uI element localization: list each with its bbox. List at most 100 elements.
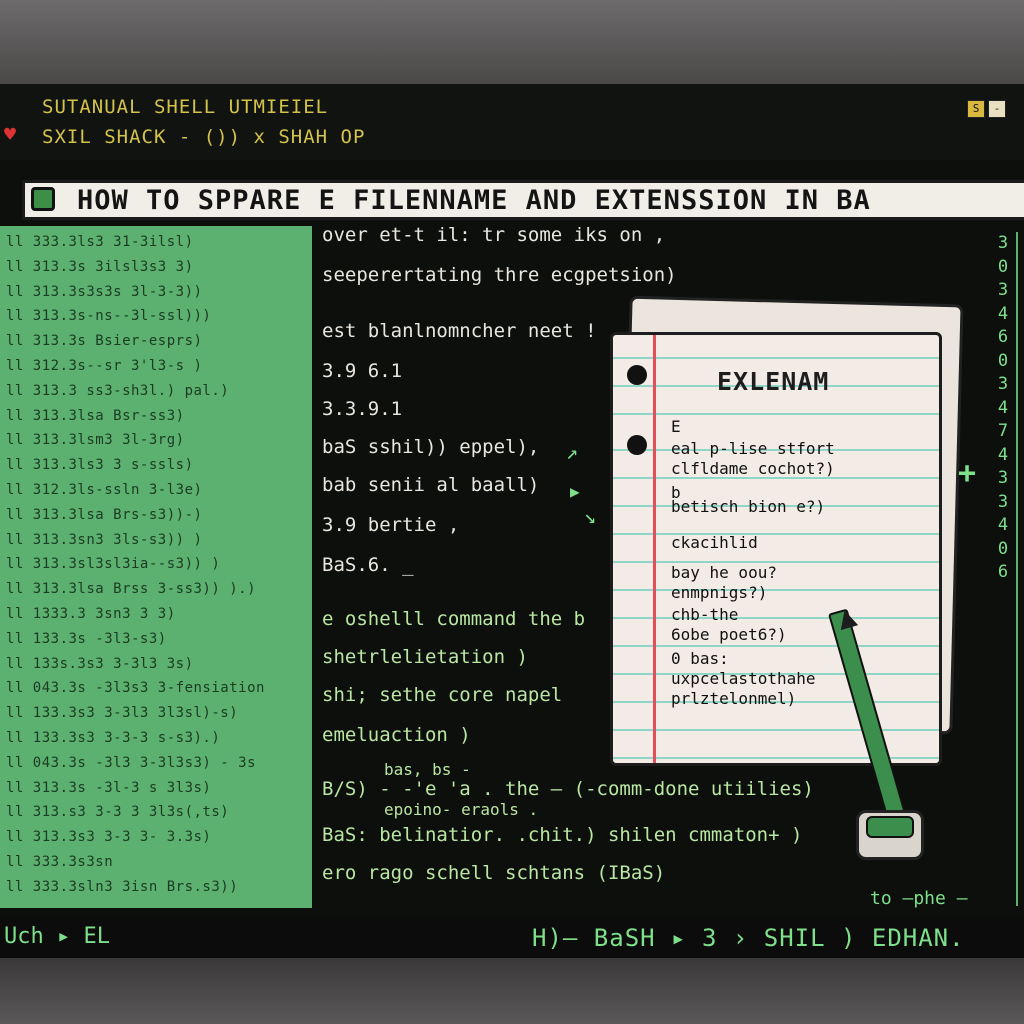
output-line: ll 313.s3 3-3 3 3l3s(,ts): [6, 804, 230, 821]
notebook-line: ckacihlid: [671, 533, 758, 552]
output-line: ll 313.3lsa Brs-s3))-): [6, 506, 203, 523]
text-line: shetrlelietation ): [322, 646, 528, 668]
gutter-digit: 7: [997, 421, 1009, 441]
text-line: 3.9 bertie ,: [322, 514, 460, 536]
status-left: Uch ▸ EL: [4, 924, 110, 949]
text-line: bas, bs -: [384, 760, 471, 779]
window-titlebar: ♥ SUTANUAL SHELL UTMIEIEL SXIL SHACK - (…: [0, 84, 1024, 160]
output-line: ll 333.3sln3 3isn Brs.s3)): [6, 878, 239, 895]
pencil-holder-band: [866, 816, 914, 838]
notebook-line: bay he oou?: [671, 563, 777, 582]
notebook-line: clfldame cochot?): [671, 459, 835, 478]
text-line: B/S) - -'e 'a . the — (-comm-done utiili…: [322, 778, 814, 800]
notebook-line: prlztelonmel): [671, 689, 797, 708]
output-line: ll 313.3s3s3s 3l-3-3)): [6, 283, 203, 300]
left-output-pane[interactable]: ll 333.3ls3 31-3ilsl) ll 313.3s 3ilsl3s3 …: [0, 226, 312, 908]
arrow-icon: ↗: [566, 440, 579, 464]
gutter-digit: 3: [997, 233, 1009, 253]
binder-hole: [627, 435, 647, 455]
text-line: ero rago schell schtans (IBaS): [322, 862, 666, 884]
output-line: ll 313.3s Bsier-esprs): [6, 333, 203, 350]
output-line: ll 312.3ls-ssln 3-l3e): [6, 482, 203, 498]
gutter-digit: 0: [997, 538, 1009, 559]
output-line: ll 313.3ls3 3 s-ssls): [6, 457, 194, 474]
output-line: ll 313.3sl3sl3ia--s3)) ): [6, 556, 221, 573]
arrow-icon: ↘: [584, 504, 597, 528]
gutter-digit: 0: [997, 256, 1009, 277]
notebook-line: 6obe poet6?): [671, 625, 787, 644]
binder-hole: [627, 365, 647, 385]
output-line: ll 1333.3 3sn3 3 3): [6, 606, 176, 622]
notebook-illustration: EXLENAM Eeal p-lise stfort clfldame cocho…: [610, 332, 942, 766]
plus-icon[interactable]: +: [958, 456, 976, 491]
notebook-title: EXLENAM: [717, 367, 830, 396]
monitor-bezel-top: [0, 0, 1024, 86]
gutter-digit: 4: [997, 444, 1009, 465]
text-line: BaS: belinatior. .chit.) shilen cmmaton+…: [322, 824, 803, 846]
window-title: SUTANUAL SHELL UTMIEIEL: [42, 96, 329, 118]
output-line: ll 333.3s3sn: [6, 854, 114, 870]
page-title: HOW TO SPPARE E FILENNAME AND EXTENSSION…: [77, 185, 871, 216]
status-bar: Uch ▸ EL H)— BaSH ▸ 3 › SHIL ) EDHAN.: [0, 916, 1024, 960]
text-line: 3.3.9.1: [322, 398, 403, 420]
notebook-line: 0 bas:: [671, 649, 729, 668]
output-line: ll 133.3s3 3-3l3 3l3sl)-s): [6, 705, 239, 722]
window-controls: S -: [967, 100, 1006, 118]
terminal-icon: [31, 187, 55, 211]
notebook-margin-line: [653, 335, 656, 763]
gutter-digit: 4: [997, 397, 1009, 418]
terminal-screen: ♥ SUTANUAL SHELL UTMIEIEL SXIL SHACK - (…: [0, 84, 1024, 960]
gutter-digit: 3: [997, 374, 1009, 394]
output-line: ll 313.3s 3ilsl3s3 3): [6, 258, 194, 275]
output-line: ll 133.3s3 3-3-3 s-s3).): [6, 730, 221, 746]
output-line: ll 133s.3s3 3-3l3 3s): [6, 655, 194, 672]
notebook-line: enmpnigs?): [671, 583, 768, 602]
gutter-digit: 3: [997, 491, 1009, 512]
text-line: seeperertating thre ecgpetsion): [322, 264, 677, 286]
output-line: ll 313.3sn3 3ls-s3)) ): [6, 531, 203, 548]
text-line: emeluaction ): [322, 724, 471, 746]
output-line: ll 333.3ls3 31-3ilsl): [6, 234, 194, 250]
window-control-button[interactable]: S: [967, 100, 985, 118]
output-line: ll 043.3s -3l3 3-3l3s3) - 3s: [6, 754, 257, 771]
gutter-digit: 3: [997, 468, 1009, 488]
text-line: epoino- eraols .: [384, 800, 539, 819]
output-line: ll 043.3s -3l3s3 3-fensiation: [6, 680, 265, 697]
output-line: ll 313.3s -3l-3 s 3l3s): [6, 779, 212, 796]
gutter-digit: 4: [997, 303, 1009, 324]
notebook-line: chb-the: [671, 605, 739, 624]
notebook-line: betisch bion e?): [671, 497, 826, 516]
text-line: bab senii al baall): [322, 474, 540, 496]
play-icon: ▶: [570, 482, 580, 501]
text-line: est blanlnomncher neet !: [322, 320, 597, 342]
text-line: baS sshil)) eppel),: [322, 436, 540, 458]
page-banner: HOW TO SPPARE E FILENNAME AND EXTENSSION…: [22, 180, 1024, 220]
right-gutter-digits: 3 0 3 4 6 0 3 4 7 4 3 3 4 0 6: [993, 232, 1013, 585]
output-line: ll 313.3 ss3-sh3l.) pal.): [6, 382, 230, 399]
output-line: ll 313.3s3 3-3 3- 3.3s): [6, 829, 212, 846]
notebook-line: uxpcelastothahe: [671, 669, 816, 688]
text-line: over et-t il: tr some iks on ,: [322, 224, 666, 246]
gutter-digit: 6: [997, 327, 1009, 347]
output-line: ll 313.3lsa Brss 3-ss3)) ).): [6, 581, 257, 598]
text-line: e oshelll command the b: [322, 608, 586, 630]
notebook-line: E: [671, 417, 681, 436]
scrollbar-track[interactable]: [1016, 232, 1024, 906]
output-line: ll 133.3s -3l3-s3): [6, 630, 167, 647]
output-line: ll 313.3lsa Bsr-ss3): [6, 407, 185, 424]
output-line: ll 313.3lsm3 3l-3rg): [6, 432, 185, 449]
gutter-digit: 0: [997, 350, 1009, 371]
text-line: 3.9 6.1: [322, 360, 403, 382]
status-right: H)— BaSH ▸ 3 › SHIL ) EDHAN.: [532, 924, 965, 952]
monitor-bezel-bottom: [0, 958, 1024, 1024]
gutter-digit: 6: [997, 562, 1009, 582]
output-line: ll 313.3s-ns--3l-ssl))): [6, 308, 212, 325]
side-note: to —phe —: [870, 888, 968, 909]
text-line: BaS.6. _: [322, 554, 414, 576]
minimize-button[interactable]: -: [988, 100, 1006, 118]
gutter-digit: 3: [997, 280, 1009, 300]
text-line: shi; sethe core napel: [322, 684, 563, 706]
window-subtitle: SXIL SHACK - ()) x SHAH OP: [42, 126, 366, 148]
notebook-line: eal p-lise stfort: [671, 439, 835, 458]
gutter-digit: 4: [997, 515, 1009, 535]
